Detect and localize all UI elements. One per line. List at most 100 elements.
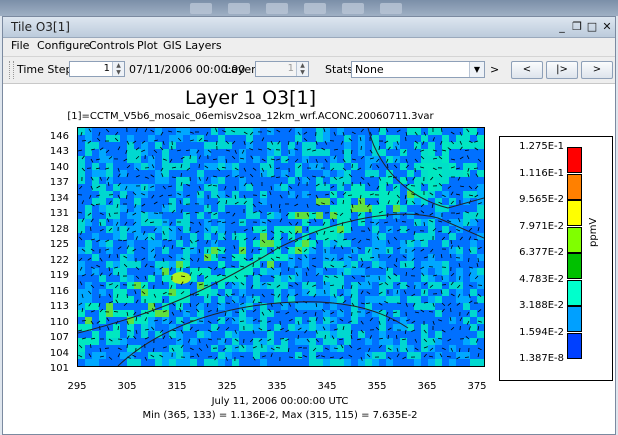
tile-cell — [253, 247, 260, 254]
tile-cell — [190, 261, 197, 268]
menu-configure[interactable]: Configure — [37, 39, 90, 52]
tile-cell — [414, 275, 421, 282]
tile-cell — [232, 324, 239, 331]
tile-cell — [337, 359, 344, 366]
tile-cell — [449, 170, 456, 177]
tile-cell — [442, 156, 449, 163]
tile-cell — [253, 135, 260, 142]
tile-cell — [463, 240, 470, 247]
legend-value: 1.275E-1 — [519, 141, 564, 152]
tile-cell — [225, 177, 232, 184]
tile-cell — [358, 205, 365, 212]
play-button[interactable]: |> — [546, 61, 578, 79]
tile-cell — [106, 233, 113, 240]
tile-cell — [78, 303, 85, 310]
tile-cell — [253, 282, 260, 289]
tile-cell — [155, 324, 162, 331]
tile-cell — [281, 352, 288, 359]
tile-cell — [218, 331, 225, 338]
layer-spinner[interactable]: 1 ▲ ▼ — [255, 61, 309, 77]
tile-cell — [435, 324, 442, 331]
maximize-icon[interactable]: □ — [585, 20, 599, 34]
tile-cell — [477, 177, 484, 184]
next-step-button[interactable]: > — [581, 61, 613, 79]
tile-cell — [470, 142, 477, 149]
spinner-arrows-icon[interactable]: ▲ ▼ — [296, 62, 308, 76]
tile-cell — [477, 359, 484, 366]
tile-cell — [239, 359, 246, 366]
tile-cell — [442, 324, 449, 331]
tile-cell — [414, 240, 421, 247]
tile-cell — [414, 289, 421, 296]
tile-cell — [85, 219, 92, 226]
minimize-icon[interactable]: _ — [555, 20, 569, 34]
tile-cell — [344, 324, 351, 331]
tile-cell — [253, 156, 260, 163]
y-tick-label: 134 — [49, 192, 69, 204]
tile-cell — [330, 233, 337, 240]
tile-cell — [281, 233, 288, 240]
tile-cell — [232, 240, 239, 247]
tile-cell — [358, 296, 365, 303]
tile-cell — [225, 142, 232, 149]
close-icon[interactable]: ✕ — [600, 20, 614, 34]
tile-cell — [85, 198, 92, 205]
tile-cell — [127, 156, 134, 163]
tile-cell — [302, 261, 309, 268]
tile-cell — [120, 289, 127, 296]
tile-cell — [449, 268, 456, 275]
tile-cell — [141, 240, 148, 247]
tile-cell — [120, 191, 127, 198]
tile-cell — [113, 156, 120, 163]
tile-cell — [134, 149, 141, 156]
tile-cell — [372, 303, 379, 310]
tile-cell — [477, 289, 484, 296]
tile-cell — [344, 135, 351, 142]
menu-controls[interactable]: Controls — [89, 39, 135, 52]
tile-cell — [344, 282, 351, 289]
tile-cell — [253, 226, 260, 233]
tile-cell — [169, 359, 176, 366]
tile-cell — [148, 149, 155, 156]
tile-cell — [442, 352, 449, 359]
toolbar-grip-icon[interactable] — [9, 61, 14, 79]
tile-cell — [358, 177, 365, 184]
wind-vector — [351, 311, 353, 317]
menu-plot[interactable]: Plot — [137, 39, 158, 52]
tile-cell — [288, 226, 295, 233]
tile-cell — [274, 324, 281, 331]
tile-cell — [162, 352, 169, 359]
tile-cell — [106, 142, 113, 149]
restore-icon[interactable]: ❐ — [570, 20, 584, 34]
tile-cell — [407, 163, 414, 170]
stats-select[interactable]: None ▼ — [351, 61, 485, 78]
tile-cell — [414, 359, 421, 366]
time-step-spinner[interactable]: 1 ▲ ▼ — [69, 61, 125, 77]
tile-cell — [211, 191, 218, 198]
tile-cell — [155, 275, 162, 282]
prev-step-button[interactable]: < — [511, 61, 543, 79]
tile-cell — [281, 205, 288, 212]
tile-cell — [463, 156, 470, 163]
tile-cell — [148, 331, 155, 338]
title-bar[interactable]: Tile O3[1] _ ❐ □ ✕ — [3, 17, 615, 38]
x-tick-label: 315 — [167, 381, 187, 392]
tile-cell — [92, 205, 99, 212]
tile-cell — [477, 345, 484, 352]
tile-cell — [288, 310, 295, 317]
tile-cell — [449, 135, 456, 142]
tile-cell — [316, 219, 323, 226]
menu-gis-layers[interactable]: GIS Layers — [163, 39, 222, 52]
tile-cell — [274, 310, 281, 317]
tile-cell — [204, 268, 211, 275]
tile-cell — [428, 226, 435, 233]
spinner-arrows-icon[interactable]: ▲ ▼ — [112, 62, 124, 76]
tile-plot-area[interactable] — [77, 127, 485, 367]
tile-cell — [148, 226, 155, 233]
legend-swatch — [567, 226, 582, 253]
tile-cell — [134, 254, 141, 261]
tile-cell — [176, 198, 183, 205]
menu-file[interactable]: File — [11, 39, 29, 52]
dropdown-arrow-icon[interactable]: ▼ — [469, 62, 484, 77]
tile-cell — [274, 212, 281, 219]
